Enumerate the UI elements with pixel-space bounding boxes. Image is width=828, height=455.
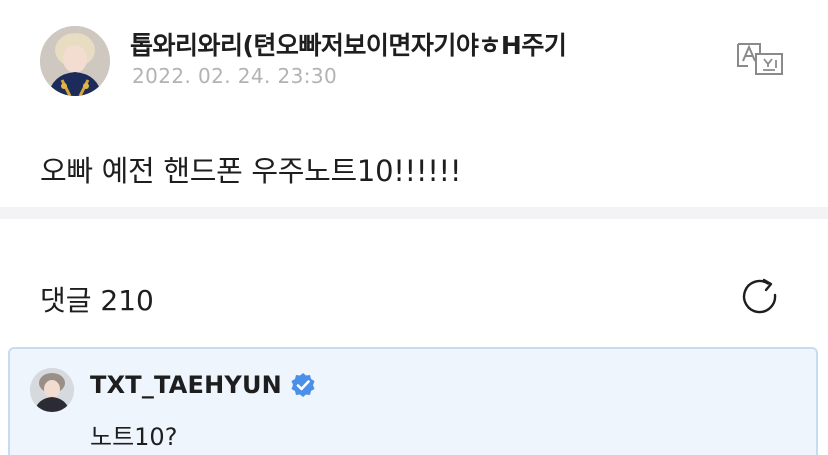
post-body-text: 오빠 예전 핸드폰 우주노트10!!!!!! [40, 154, 462, 188]
post-detail-screen: 톱와리와리(텬오빠저보이면자기야ㅎH주기 2022. 02. 24. 23:30… [0, 0, 828, 455]
comments-count-label: 댓글 210 [40, 284, 154, 317]
section-divider [0, 207, 828, 219]
author-avatar[interactable] [40, 26, 110, 96]
author-name[interactable]: 톱와리와리(텬오빠저보이면자기야ㅎH주기 [130, 26, 567, 62]
post-date: 2022. 02. 24. 23:30 [132, 64, 338, 88]
refresh-button[interactable] [738, 275, 782, 319]
comment-author-name[interactable]: TXT_TAEHYUN [90, 371, 282, 399]
comment-author-avatar[interactable] [30, 368, 74, 412]
translate-icon [737, 43, 783, 75]
verified-badge-icon [291, 373, 315, 397]
comment-text: 노트10? [90, 423, 178, 451]
translate-button[interactable] [734, 40, 786, 78]
comment-item[interactable]: TXT_TAEHYUN 노트10? [8, 347, 818, 455]
comments-header: 댓글 210 [0, 219, 828, 339]
refresh-icon [742, 278, 777, 314]
post-header: 톱와리와리(텬오빠저보이면자기야ㅎH주기 2022. 02. 24. 23:30 [0, 0, 828, 120]
